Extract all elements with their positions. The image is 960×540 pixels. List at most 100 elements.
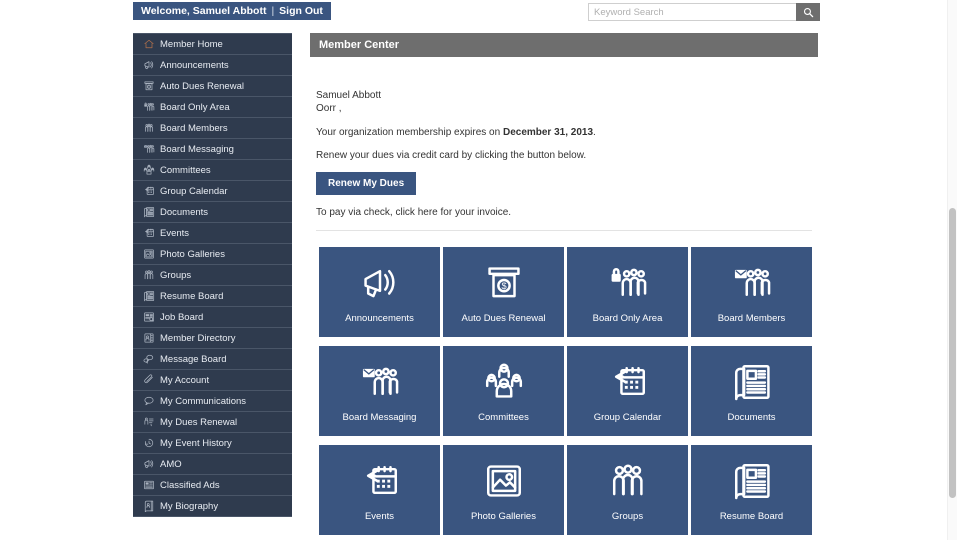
calendar-icon (359, 458, 401, 504)
expiry-date: December 31, 2013 (502, 127, 594, 138)
sidebar-item-my-communications[interactable]: My Communications (133, 391, 292, 412)
sidebar-item-label: Auto Dues Renewal (160, 80, 244, 92)
speech-icon (142, 395, 155, 408)
sidebar-item-my-account[interactable]: My Account (133, 370, 292, 391)
tile-label: Auto Dues Renewal (461, 313, 546, 324)
sidebar-item-photo-galleries[interactable]: Photo Galleries (133, 244, 292, 265)
directory-icon (142, 332, 155, 345)
sidebar-item-member-directory[interactable]: Member Directory (133, 328, 292, 349)
renew-instruction: Renew your dues via credit card by click… (316, 150, 587, 161)
tile-board-only-area[interactable]: Board Only Area (567, 247, 688, 337)
tile-board-members[interactable]: Board Members (691, 247, 812, 337)
tile-label: Events (364, 511, 395, 522)
sidebar-item-my-event-history[interactable]: My Event History (133, 433, 292, 454)
tile-auto-dues-renewal[interactable]: $ Auto Dues Renewal (443, 247, 564, 337)
sidebar-item-group-calendar[interactable]: Group Calendar (133, 181, 292, 202)
tile-announcements[interactable]: Announcements (319, 247, 440, 337)
mail-people-icon (359, 359, 401, 405)
sidebar-item-label: My Account (160, 374, 210, 386)
search-bar (588, 3, 820, 21)
tile-resume-board[interactable]: Resume Board (691, 445, 812, 535)
money-icon: $ (142, 80, 155, 93)
job-icon (142, 311, 155, 324)
tile-label: Announcements (345, 313, 414, 324)
sidebar-item-label: Committees (160, 164, 211, 176)
page-title: Member Center (319, 39, 400, 51)
page-left-edge (0, 0, 1, 540)
tile-label: Board Members (717, 313, 786, 324)
sidebar-item-documents[interactable]: Documents (133, 202, 292, 223)
sidebar-item-label: Board Members (160, 122, 228, 134)
sidebar-item-board-members[interactable]: Board Members (133, 118, 292, 139)
page-scrollbar-thumb[interactable] (949, 208, 956, 498)
dues-icon: $ (142, 416, 155, 429)
tile-board-messaging[interactable]: Board Messaging (319, 346, 440, 436)
sidebar-item-committees[interactable]: Committees (133, 160, 292, 181)
sign-out-link[interactable]: Sign Out (279, 5, 323, 17)
sidebar-item-announcements[interactable]: Announcements (133, 55, 292, 76)
people-icon (142, 122, 155, 135)
sidebar-item-message-board[interactable]: Message Board (133, 349, 292, 370)
tile-photo-galleries[interactable]: Photo Galleries (443, 445, 564, 535)
sidebar-item-label: Group Calendar (160, 185, 228, 197)
tile-committees[interactable]: Committees (443, 346, 564, 436)
sidebar-item-label: Announcements (160, 59, 229, 71)
lock-people-icon (142, 101, 155, 114)
welcome-bar: Welcome, Samuel Abbott | Sign Out (133, 2, 331, 20)
sidebar-item-label: Board Only Area (160, 101, 230, 113)
sidebar-item-label: Job Board (160, 311, 204, 323)
sidebar-item-my-dues-renewal[interactable]: $ My Dues Renewal (133, 412, 292, 433)
sidebar-item-label: My Dues Renewal (160, 416, 238, 428)
sidebar-item-member-home[interactable]: Member Home (133, 34, 292, 55)
sidebar-item-classified-ads[interactable]: Classified Ads (133, 475, 292, 496)
calendar-icon (142, 227, 155, 240)
document-icon (142, 206, 155, 219)
renew-my-dues-button[interactable]: Renew My Dues (316, 172, 417, 195)
message-icon (142, 353, 155, 366)
tile-groups[interactable]: Groups (567, 445, 688, 535)
megaphone-icon (359, 260, 401, 306)
sidebar-item-label: My Biography (160, 500, 219, 512)
sidebar-item-label: Member Directory (160, 332, 236, 344)
sidebar-item-auto-dues-renewal[interactable]: $ Auto Dues Renewal (133, 76, 292, 97)
sidebar-item-my-biography[interactable]: My Biography (133, 496, 292, 517)
groups-icon (142, 269, 155, 282)
sidebar-item-label: Classified Ads (160, 479, 220, 491)
svg-text:$: $ (150, 423, 152, 427)
bio-icon (142, 500, 155, 513)
sidebar-item-amo[interactable]: AMO (133, 454, 292, 475)
tile-label: Board Only Area (592, 313, 663, 324)
tile-documents[interactable]: Documents (691, 346, 812, 436)
document-icon (731, 359, 773, 405)
megaphone-icon (142, 458, 155, 471)
renew-button-row: Renew My Dues (316, 161, 812, 195)
expiry-prefix: Your organization membership expires on (316, 127, 503, 138)
search-input[interactable] (588, 3, 796, 21)
sidebar-item-resume-board[interactable]: Resume Board (133, 286, 292, 307)
history-icon (142, 437, 155, 450)
tile-label: Board Messaging (342, 412, 417, 423)
photo-icon (483, 458, 525, 504)
member-organization: Oorr , (316, 103, 342, 114)
invoice-text: To pay via check, click here for your in… (316, 207, 512, 218)
sidebar-item-label: My Event History (160, 437, 232, 449)
photo-icon (142, 248, 155, 261)
page-root: Welcome, Samuel Abbott | Sign Out Member… (0, 0, 960, 540)
sidebar-item-job-board[interactable]: Job Board (133, 307, 292, 328)
sidebar-item-events[interactable]: Events (133, 223, 292, 244)
calendar-icon (142, 185, 155, 198)
sidebar-item-groups[interactable]: Groups (133, 265, 292, 286)
sidebar-item-label: Board Messaging (160, 143, 234, 155)
sidebar-item-board-only-area[interactable]: Board Only Area (133, 97, 292, 118)
search-button[interactable] (796, 3, 820, 21)
tile-label: Photo Galleries (471, 511, 536, 522)
sidebar-item-label: Documents (160, 206, 209, 218)
welcome-text: Welcome, Samuel Abbott (141, 5, 267, 17)
tile-label: Resume Board (719, 511, 784, 522)
tile-group-calendar[interactable]: Group Calendar (567, 346, 688, 436)
search-icon (803, 7, 814, 18)
sidebar-item-board-messaging[interactable]: Board Messaging (133, 139, 292, 160)
mail-people-icon (142, 143, 155, 156)
document-icon (731, 458, 773, 504)
tile-events[interactable]: Events (319, 445, 440, 535)
